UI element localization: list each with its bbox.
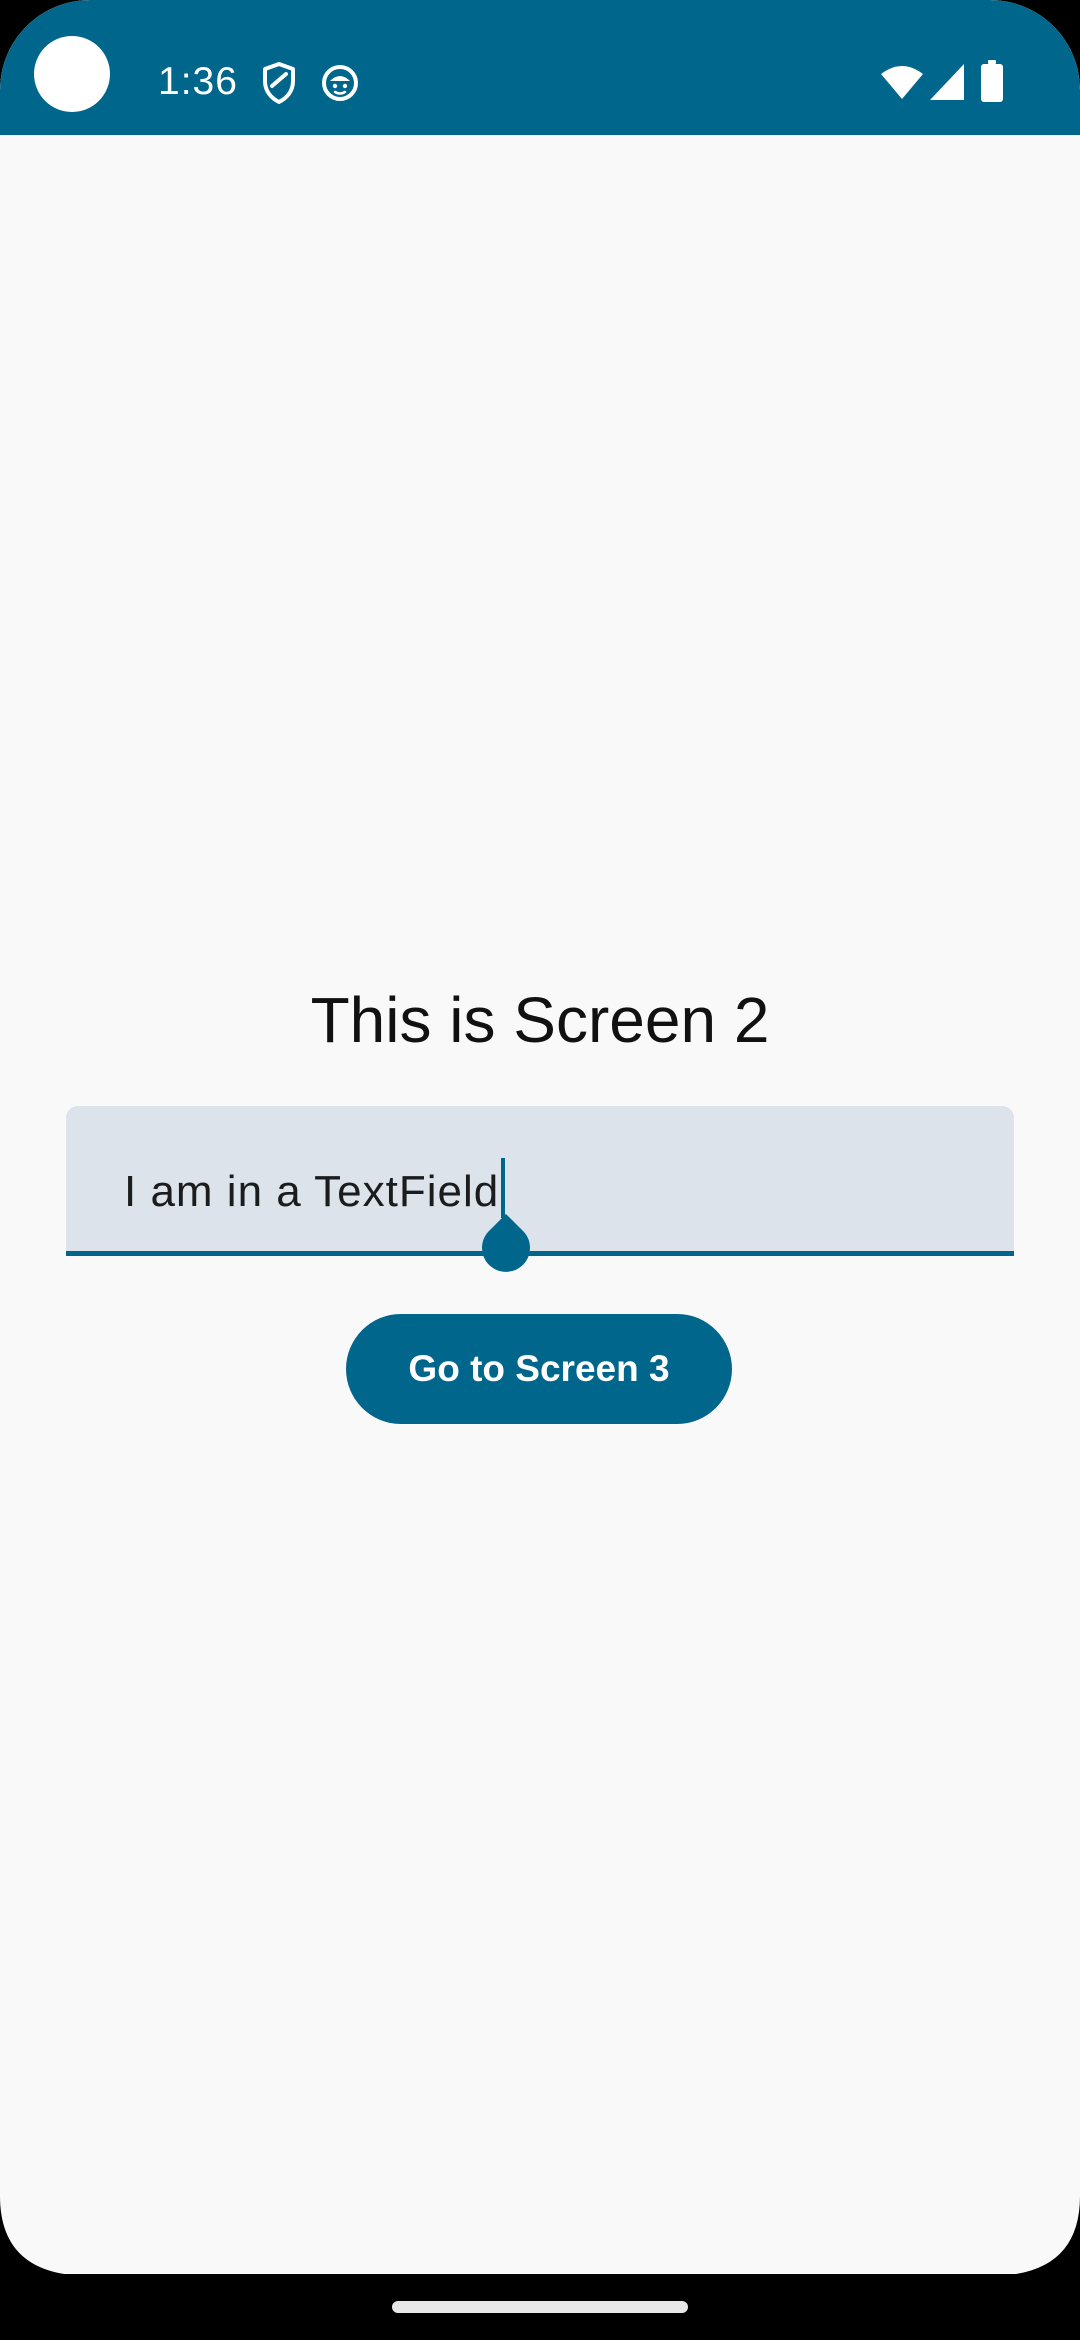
battery-icon	[981, 60, 1003, 102]
cursor-handle-icon[interactable]	[476, 1210, 536, 1282]
shield-icon	[263, 62, 295, 104]
app-screen: 1:36 This is Screen 2 I am in a TextFiel…	[0, 0, 1080, 2340]
text-cursor	[501, 1158, 506, 1218]
home-indicator[interactable]	[392, 2301, 688, 2313]
status-time: 1:36	[158, 60, 238, 103]
text-field-text: I am in a TextField	[124, 1167, 500, 1216]
go-to-screen-3-button[interactable]: Go to Screen 3	[346, 1314, 732, 1424]
cell-signal-icon	[930, 64, 964, 100]
camera-cutout	[34, 36, 110, 112]
status-bar: 1:36	[0, 0, 1080, 135]
text-field[interactable]: I am in a TextField	[66, 1106, 1014, 1256]
screen-corner	[0, 2196, 90, 2276]
data-saver-icon	[322, 65, 358, 101]
screen-corner	[990, 2196, 1080, 2276]
wifi-icon	[881, 66, 923, 99]
page-title: This is Screen 2	[310, 984, 770, 1056]
text-field-value[interactable]: I am in a TextField	[124, 1158, 506, 1220]
